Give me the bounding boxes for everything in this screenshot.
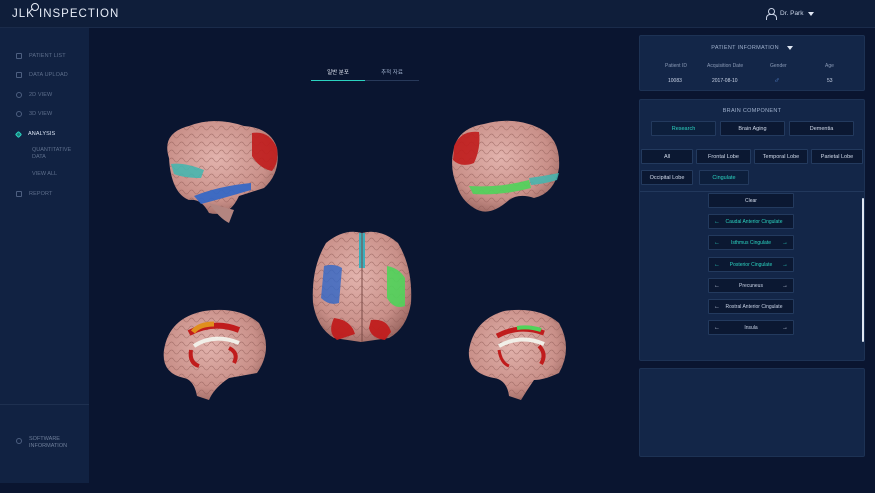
brain-3d-viewer[interactable]: 일반 분포 추적 자료 bbox=[89, 28, 634, 483]
sidebar-subitem-quantitative-data[interactable]: QUANTITATIVE DATA bbox=[32, 147, 71, 161]
sidebar-item-label: ANALYSIS bbox=[28, 131, 56, 137]
region-isthmus-cingulate-button[interactable]: ← Isthmus Cingulate → bbox=[708, 235, 794, 250]
patient-information-title[interactable]: PATIENT INFORMATION bbox=[640, 45, 864, 51]
software-information-link[interactable]: SOFTWARE INFORMATION bbox=[16, 436, 67, 450]
info-icon bbox=[16, 438, 22, 444]
panel-title-text: PATIENT INFORMATION bbox=[711, 45, 779, 51]
lobe-temporal-button[interactable]: Temporal Lobe bbox=[754, 149, 808, 164]
list-icon bbox=[16, 53, 22, 59]
sidebar-item-label: PATIENT LIST bbox=[29, 53, 66, 59]
gender-header: Gender bbox=[770, 63, 787, 69]
region-label: Rostral Anterior Cingulate bbox=[725, 303, 783, 310]
patient-id-value: 10083 bbox=[668, 78, 682, 84]
detail-panel bbox=[639, 368, 865, 457]
report-icon bbox=[16, 191, 22, 197]
sidebar-divider bbox=[0, 404, 89, 405]
lobe-frontal-button[interactable]: Frontal Lobe bbox=[696, 149, 751, 164]
category-research-button[interactable]: Research bbox=[651, 121, 716, 136]
lobe-occipital-button[interactable]: Occipital Lobe bbox=[641, 170, 693, 185]
region-label: Posterior Cingulate bbox=[729, 261, 773, 268]
user-name: Dr. Park bbox=[780, 10, 804, 17]
sidebar-item-2d-view[interactable]: 2D VIEW bbox=[0, 87, 89, 103]
region-caudal-anterior-cingulate-button[interactable]: ← Caudal Anterior Cingulate bbox=[708, 214, 794, 229]
brain-left-medial-view bbox=[163, 309, 267, 400]
region-rostral-anterior-cingulate-button[interactable]: ← Rostral Anterior Cingulate bbox=[708, 299, 794, 314]
region-label: Precuneus bbox=[739, 282, 763, 289]
brain-component-title: BRAIN COMPONENT bbox=[722, 108, 782, 114]
male-gender-icon: ♂ bbox=[774, 76, 780, 85]
sidebar-item-patient-list[interactable]: PATIENT LIST bbox=[0, 48, 89, 64]
age-header: Age bbox=[825, 63, 834, 69]
app-logo: JLK INSPECTION bbox=[12, 8, 120, 20]
upload-icon bbox=[16, 72, 22, 78]
analysis-icon bbox=[14, 130, 23, 138]
patient-id-header: Patient ID bbox=[665, 63, 687, 69]
top-bar: JLK INSPECTION Dr. Park bbox=[0, 0, 875, 28]
acquisition-date-header: Acquisition Date bbox=[707, 63, 744, 69]
region-list-scrollbar[interactable] bbox=[862, 198, 864, 342]
sidebar-item-analysis[interactable]: ANALYSIS bbox=[0, 126, 89, 142]
clear-button[interactable]: Clear bbox=[708, 193, 794, 208]
sidebar-subitem-label: VIEW ALL bbox=[32, 171, 58, 177]
brain-right-medial-view bbox=[468, 309, 566, 400]
sidebar-subitem-label: DATA bbox=[32, 154, 46, 160]
sidebar-item-label: DATA UPLOAD bbox=[29, 72, 68, 78]
patient-information-panel: PATIENT INFORMATION Patient ID Acquisiti… bbox=[639, 35, 865, 91]
sidebar-subitem-view-all[interactable]: VIEW ALL bbox=[32, 171, 57, 178]
chevron-down-icon bbox=[808, 11, 815, 16]
brain-top-view bbox=[312, 231, 412, 342]
software-label: SOFTWARE bbox=[29, 436, 60, 442]
sidebar-item-label: 3D VIEW bbox=[29, 111, 53, 117]
region-posterior-cingulate-button[interactable]: ← Posterior Cingulate → bbox=[708, 257, 794, 272]
lobe-parietal-button[interactable]: Parietal Lobe bbox=[811, 149, 863, 164]
sidebar-item-data-upload[interactable]: DATA UPLOAD bbox=[0, 67, 89, 83]
arrow-right-icon: → bbox=[782, 282, 788, 289]
region-insula-button[interactable]: ← Insula → bbox=[708, 320, 794, 335]
sphere-icon bbox=[16, 111, 22, 117]
sidebar: PATIENT LIST DATA UPLOAD 2D VIEW 3D VIEW… bbox=[0, 28, 89, 483]
user-icon bbox=[766, 8, 777, 20]
age-value: 53 bbox=[827, 78, 833, 84]
category-dementia-button[interactable]: Dementia bbox=[789, 121, 854, 136]
arrow-right-icon: → bbox=[782, 324, 788, 331]
panel-divider bbox=[640, 191, 864, 192]
sidebar-subitem-label: QUANTITATIVE bbox=[32, 147, 72, 153]
circle-icon bbox=[16, 92, 22, 98]
acquisition-date-value: 2017-08-10 bbox=[712, 78, 738, 84]
region-precuneus-button[interactable]: ← Precuneus → bbox=[708, 278, 794, 293]
sidebar-item-report[interactable]: REPORT bbox=[0, 186, 89, 202]
brain-render-canvas bbox=[163, 120, 566, 400]
region-label: Isthmus Cingulate bbox=[730, 239, 772, 246]
arrow-right-icon: → bbox=[782, 239, 788, 246]
software-label: INFORMATION bbox=[29, 443, 68, 449]
lobe-all-button[interactable]: All bbox=[641, 149, 693, 164]
region-label: Caudal Anterior Cingulate bbox=[725, 218, 783, 225]
brain-left-lateral-view bbox=[167, 121, 278, 223]
brain-right-lateral-view bbox=[452, 120, 560, 212]
sidebar-item-3d-view[interactable]: 3D VIEW bbox=[0, 106, 89, 122]
user-menu[interactable]: Dr. Park bbox=[766, 8, 815, 20]
arrow-right-icon: → bbox=[782, 261, 788, 268]
category-brain-aging-button[interactable]: Brain Aging bbox=[720, 121, 785, 136]
chevron-down-icon bbox=[786, 45, 793, 50]
region-label: Insula bbox=[744, 324, 758, 331]
magnifier-logo-icon bbox=[31, 3, 39, 11]
sidebar-item-label: REPORT bbox=[29, 191, 53, 197]
sidebar-item-label: 2D VIEW bbox=[29, 92, 53, 98]
app-window: JLK INSPECTION Dr. Park PATIENT LIST DAT… bbox=[0, 0, 875, 493]
lobe-cingulate-button[interactable]: Cingulate bbox=[699, 170, 749, 185]
